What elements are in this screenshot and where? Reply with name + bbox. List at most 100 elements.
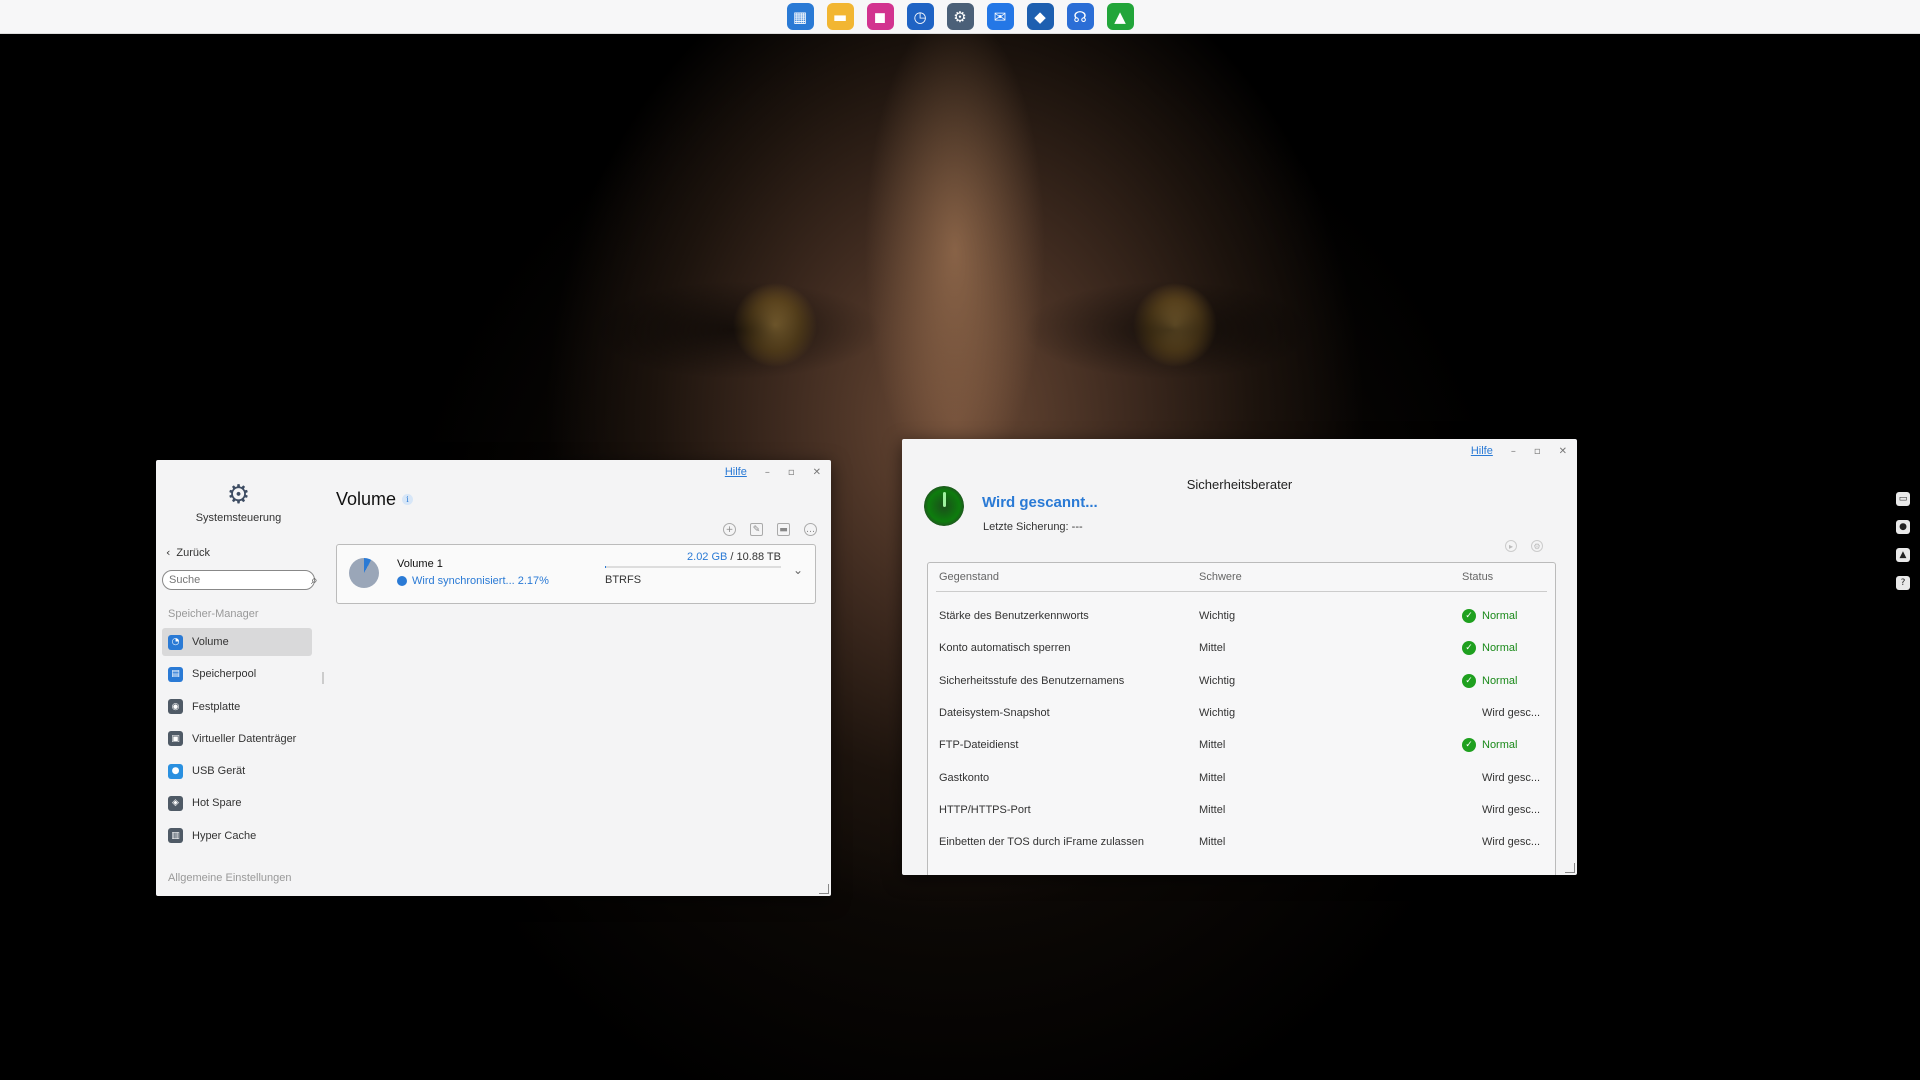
hard-disk-icon: ◉ [168,699,183,715]
table-row[interactable]: Sicherheitsstufe des Benutzernamens Wicht… [936,665,1547,697]
volume-separator: / [727,551,737,563]
sidebar-item-virtueller-datenträger[interactable]: ▣ Virtueller Datenträger [162,725,312,753]
row-severity: Mittel [1199,836,1226,849]
column-header-severity[interactable]: Schwere [1199,571,1462,583]
table-row[interactable]: Einbetten der TOS durch iFrame zulassen M… [936,826,1547,858]
main-content: Volume i + ✎ ▬ … Volume 1 Wird synchroni… [336,460,831,896]
row-severity: Mittel [1199,803,1226,816]
row-status: Wird gesc... [1462,804,1547,816]
row-item: HTTP/HTTPS-Port [939,803,1031,816]
status-text: Normal [1482,739,1518,752]
notification-bell-icon[interactable]: ▲ [1896,548,1910,562]
settings-app-icon[interactable]: ⚙ [946,3,974,30]
volume-usage-bar-fill [605,566,607,568]
status-text: Normal [1482,610,1518,623]
resize-handle[interactable] [819,884,829,894]
back-button[interactable]: ‹ Zurück [166,546,210,559]
hot-spare-icon: ◈ [168,795,183,811]
scan-status: Wird gescannt... [982,494,1098,511]
add-icon[interactable]: + [723,523,736,536]
sidebar-item-speicherpool[interactable]: ▤ Speicherpool [162,660,312,688]
table-row[interactable]: Stärke des Benutzerkennworts Wichtig ✓ Norm… [936,600,1547,632]
volume-usage-pie-icon [349,558,379,588]
backup-app-icon[interactable]: ◷ [906,3,934,30]
sidebar: ⚙ Systemsteuerung ‹ Zurück ⌕ Speicher-Ma… [156,460,321,896]
file-manager-icon[interactable]: ▬ [826,3,854,30]
row-status: ✓ Normal [1462,641,1547,656]
more-icon[interactable]: … [804,523,817,536]
search-input[interactable] [169,574,311,586]
column-header-item[interactable]: Gegenstand [936,571,1199,583]
row-severity: Mittel [1199,642,1226,655]
row-status: Wird gesc... [1462,707,1547,719]
help-link[interactable]: Hilfe [1471,445,1493,457]
chevron-down-icon[interactable]: ⌄ [793,563,803,577]
help-widget-icon[interactable]: ? [1896,576,1910,590]
table-row[interactable]: FTP-Dateidienst Mittel ✓ Normal [936,729,1547,761]
page-title: Volume i [336,489,414,510]
row-item: Sicherheitsstufe des Benutzernamens [939,674,1125,687]
sidebar-item-festplatte[interactable]: ◉ Festplatte [162,693,312,721]
volume-toolbar: + ✎ ▬ … [723,523,817,536]
sidebar-item-hyper-cache[interactable]: ▥ Hyper Cache [162,822,312,850]
maximize-icon[interactable]: ▫ [1534,446,1541,457]
minimize-icon[interactable]: – [1511,446,1516,457]
status-text: Wird gesc... [1482,803,1541,816]
security-app-icon[interactable]: ◆ [1026,3,1054,30]
usb-icon: ● [168,763,183,779]
table-row[interactable]: HTTP/HTTPS-Port Mittel Wird gesc... [936,794,1547,826]
settings-icon[interactable]: ⚙ [1531,540,1543,552]
mail-app-icon[interactable]: ✉ [986,3,1014,30]
status-text: Wird gesc... [1482,771,1541,784]
advisor-app-icon[interactable]: ▲ [1106,3,1134,30]
row-severity: Wichtig [1199,707,1236,720]
row-status: ✓ Normal [1462,609,1547,624]
table-header: Gegenstand Schwere Status [936,563,1547,592]
chat-widget-icon[interactable]: ● [1896,520,1910,534]
sidebar-scrollbar[interactable] [322,672,324,684]
column-header-status[interactable]: Status [1462,571,1547,583]
security-toolbar: ▸ ⚙ [1505,540,1543,552]
table-row[interactable]: Gastkonto Mittel Wird gesc... [936,761,1547,793]
check-circle-icon: ✓ [1462,641,1476,656]
status-text: Wird gesc... [1482,836,1541,849]
chevron-left-icon: ‹ [166,546,171,559]
desktop-app-icon[interactable]: ▦ [786,3,814,30]
row-severity: Mittel [1199,771,1226,784]
sidebar-item-volume[interactable]: ◔ Volume [162,628,312,656]
virtual-disk-icon: ▣ [168,731,183,747]
delete-icon[interactable]: ▬ [777,523,790,536]
sidebar-item-label: Virtueller Datenträger [192,732,297,745]
volume-icon: ◔ [168,634,183,650]
row-item: Dateisystem-Snapshot [939,707,1050,720]
volume-filesystem: BTRFS [605,574,642,586]
monitor-widget-icon[interactable]: ▭ [1896,492,1910,506]
search-field[interactable]: ⌕ [162,570,318,590]
info-icon[interactable]: i [402,494,414,505]
volume-card[interactable]: Volume 1 Wird synchronisiert... 2.17% 2.… [336,544,816,604]
search-icon[interactable]: ⌕ [311,573,318,588]
resize-handle[interactable] [1565,863,1575,873]
app-title: Systemsteuerung [195,512,282,524]
security-table: Gegenstand Schwere Status Stärke des Ben… [927,562,1556,875]
hyper-cache-icon: ▥ [168,828,183,844]
sync-icon [397,576,407,586]
section-general-settings: Allgemeine Einstellungen [168,872,292,884]
edit-icon[interactable]: ✎ [750,523,763,536]
storage-pool-icon: ▤ [168,666,183,682]
support-app-icon[interactable]: ☊ [1066,3,1094,30]
close-icon[interactable]: ✕ [1559,446,1567,457]
table-row[interactable]: Konto automatisch sperren Mittel ✓ Normal [936,632,1547,664]
sidebar-item-usb-gerät[interactable]: ● USB Gerät [162,757,312,785]
volume-total: 10.88 TB [736,551,781,563]
scan-start-icon[interactable]: ▸ [1505,540,1517,552]
media-app-icon[interactable]: ◼ [866,3,894,30]
control-panel-window: Hilfe – ▫ ✕ ⚙ Systemsteuerung ‹ Zurück ⌕… [156,460,831,896]
row-severity: Mittel [1199,739,1226,752]
row-severity: Wichtig [1199,610,1236,623]
table-body: Stärke des Benutzerkennworts Wichtig ✓ Norm… [928,600,1555,858]
section-storage-manager: Speicher-Manager [168,608,259,620]
sync-status-text: Wird synchronisiert... 2.17% [412,575,549,587]
table-row[interactable]: Dateisystem-Snapshot Wichtig Wird gesc... [936,697,1547,729]
sidebar-item-hot-spare[interactable]: ◈ Hot Spare [162,789,312,817]
